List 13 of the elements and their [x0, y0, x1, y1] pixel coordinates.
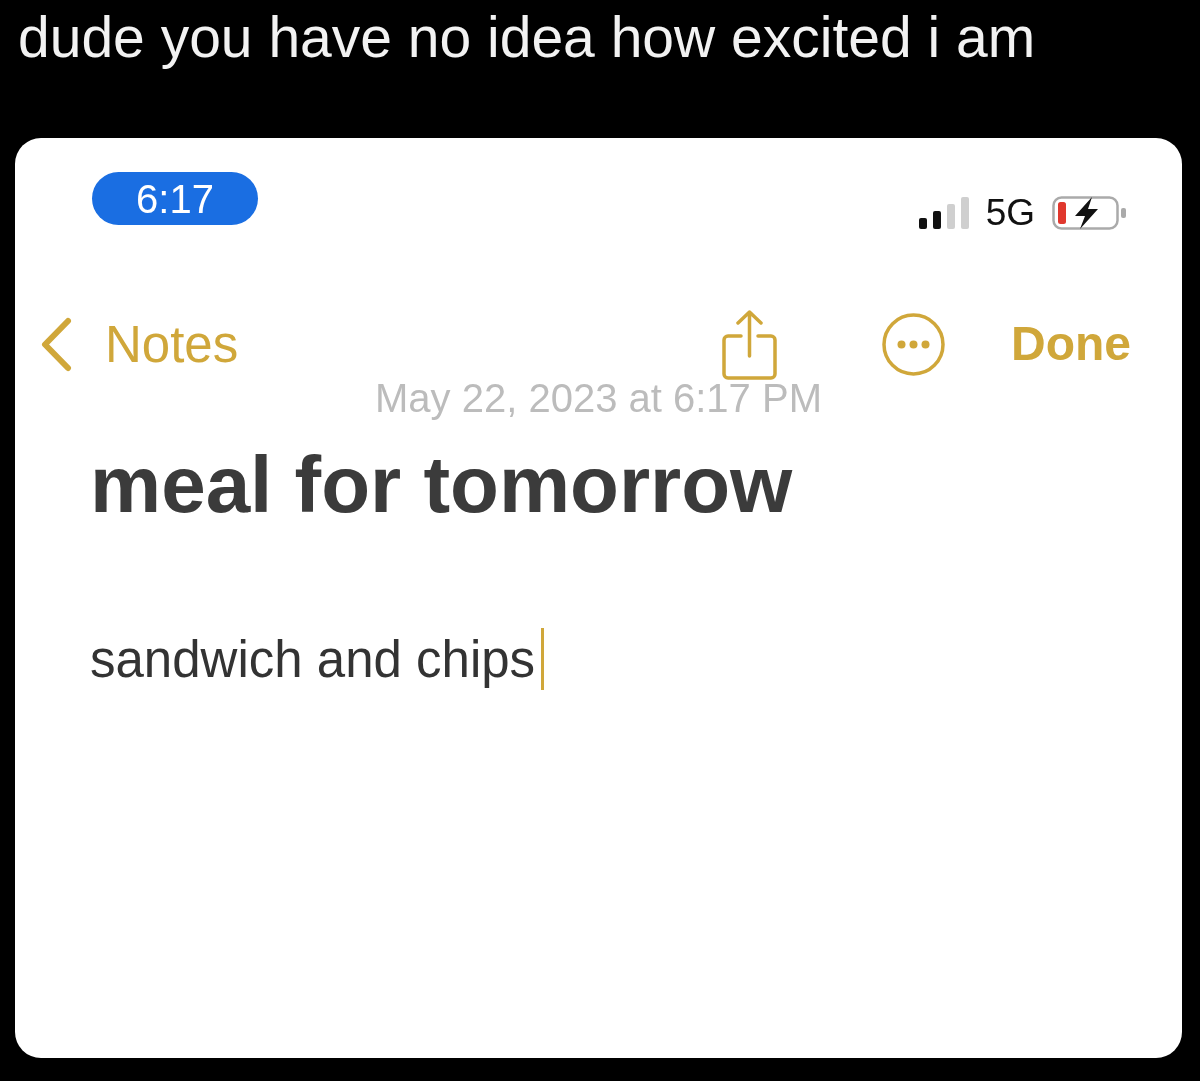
- ellipsis-circle-icon: [882, 312, 945, 376]
- time-pill: 6:17: [92, 172, 258, 225]
- caption-text: dude you have no idea how excited i am: [18, 5, 1036, 69]
- signal-icon: [918, 196, 969, 229]
- text-cursor-icon: [541, 628, 545, 690]
- note-title[interactable]: meal for tomorrow: [90, 445, 793, 525]
- chevron-left-icon: [40, 316, 72, 372]
- network-label: 5G: [985, 194, 1035, 231]
- battery-charging-icon: [1052, 195, 1126, 230]
- note-date: May 22, 2023 at 6:17 PM: [375, 378, 822, 418]
- share-icon: [722, 308, 777, 380]
- share-button[interactable]: [722, 308, 777, 380]
- more-button[interactable]: [882, 312, 945, 376]
